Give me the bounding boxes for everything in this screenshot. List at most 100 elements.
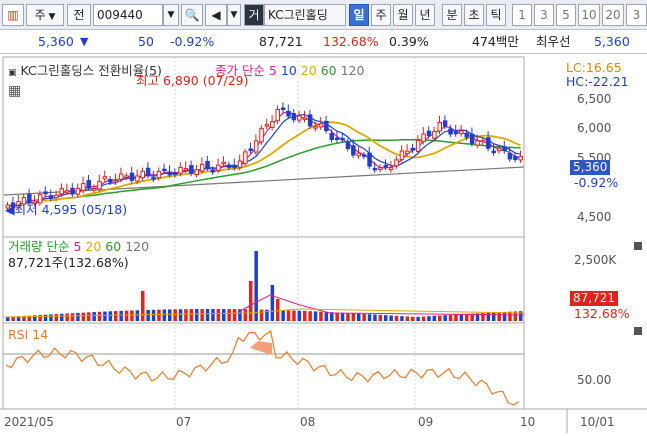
period-week-button[interactable]: 주 <box>371 4 391 26</box>
collapse-icon[interactable]: ▣ <box>8 68 17 78</box>
x-tick: 2021/05 <box>4 415 54 429</box>
best-bid-value: 5,360 <box>594 34 630 49</box>
candle <box>75 187 81 195</box>
volume-legend-label: 거래량 단순 <box>8 239 70 254</box>
candle <box>518 155 523 161</box>
candle <box>437 122 442 132</box>
candle <box>113 179 118 183</box>
candle <box>167 171 172 176</box>
period-minute-button[interactable]: 분 <box>442 4 462 26</box>
code-dropdown-button[interactable]: ▼ <box>163 4 179 26</box>
minute-20-button[interactable]: 20 <box>602 4 624 26</box>
candle <box>172 172 178 176</box>
lc-label: LC:16.65 <box>566 60 622 75</box>
volume-bar <box>270 285 275 321</box>
candle <box>270 121 275 128</box>
turnover-pct: 0.39% <box>389 34 429 49</box>
candle <box>64 190 70 193</box>
period-month-button[interactable]: 월 <box>393 4 413 26</box>
candle <box>513 155 518 160</box>
minute-1-button[interactable]: 1 <box>512 4 532 26</box>
x-axis-date: 10/01 <box>580 415 615 429</box>
volume-bar <box>184 309 188 321</box>
candle <box>253 140 259 153</box>
y-tick: 6,500 <box>577 92 612 106</box>
prefix-select[interactable]: 전 <box>67 4 91 26</box>
candle <box>378 167 383 170</box>
type-select[interactable]: 주 ▼ <box>26 4 64 26</box>
candle <box>313 126 318 129</box>
sound-icon[interactable]: ◀ <box>205 4 227 26</box>
chart-area[interactable]: ▣ KC그린홀딩스 전환비율(5) 종가 단순 5 10 20 60 120 ▦… <box>0 55 647 433</box>
volume-bar <box>238 309 242 321</box>
candle <box>210 169 216 173</box>
volume-bar <box>119 310 123 321</box>
search-button[interactable]: 🔍 <box>181 4 203 26</box>
rsi-close-icon[interactable] <box>634 327 642 335</box>
last-price-pct: -0.92% <box>574 175 619 190</box>
y-tick: 4,500 <box>577 210 612 224</box>
volume-bar <box>308 311 312 321</box>
minute-10-button[interactable]: 10 <box>578 4 600 26</box>
volume-bar <box>465 313 469 321</box>
volume-bar <box>108 311 113 321</box>
rsi-y-tick: 50.00 <box>577 373 612 387</box>
candle <box>388 167 394 171</box>
minute-5-button[interactable]: 5 <box>556 4 576 26</box>
chart-type-icon[interactable]: ▥ <box>2 4 24 26</box>
candle <box>70 187 75 195</box>
sound-dropdown-button[interactable]: ▼ <box>227 4 241 26</box>
period-second-button[interactable]: 초 <box>464 4 484 26</box>
candle <box>275 108 280 122</box>
volume-bar <box>49 314 53 321</box>
candle <box>189 165 194 174</box>
candle <box>194 169 199 175</box>
candle <box>432 131 437 139</box>
volume-value: 87,721 <box>259 34 303 49</box>
period-day-button[interactable]: 일 <box>349 4 369 26</box>
candle <box>345 141 351 150</box>
candle <box>205 160 210 169</box>
candle <box>410 147 415 151</box>
candle <box>27 194 32 203</box>
vol-ma5-legend: 5 <box>73 239 82 254</box>
down-arrow-icon: ▼ <box>80 35 89 48</box>
candle <box>383 164 388 168</box>
candle <box>43 191 48 195</box>
volume-close-icon[interactable] <box>634 242 642 250</box>
candle <box>464 132 469 138</box>
ma60-legend: 60 <box>320 63 337 78</box>
volume-bar <box>173 309 177 321</box>
candle <box>237 160 243 168</box>
candle <box>102 176 108 180</box>
volume-legend: 거래량 단순 5 20 60 120 <box>8 239 149 254</box>
minute-30-button[interactable]: 3 <box>626 4 647 26</box>
volume-bar <box>81 312 86 321</box>
period-year-button[interactable]: 년 <box>415 4 435 26</box>
last-price-tag: 5,360 <box>570 160 611 175</box>
volume-bar <box>346 313 350 321</box>
candle <box>178 166 183 174</box>
candle <box>291 113 297 121</box>
candle <box>324 120 329 132</box>
stock-code-input[interactable]: 009440 <box>93 4 163 26</box>
toolbar: ▥ 주 ▼ 전 009440 ▼ 🔍 ◀ ▼ 거 KC그린홀딩 일 주 월 년 … <box>0 0 647 30</box>
price-change-pct: -0.92% <box>170 34 215 49</box>
minute-3-button[interactable]: 3 <box>534 4 554 26</box>
x-tick: 10 <box>520 415 536 429</box>
volume-bar <box>189 309 194 321</box>
candle <box>91 188 97 191</box>
quote-bar: 5,360 ▼ 50 -0.92% 87,721 132.68% 0.39% 4… <box>0 30 647 54</box>
volume-bar <box>135 310 140 321</box>
name-button[interactable]: 거 <box>244 4 264 26</box>
candle <box>507 153 513 160</box>
volume-bar <box>211 309 215 321</box>
grid-icon[interactable]: ▦ <box>8 84 21 99</box>
period-tick-button[interactable]: 틱 <box>486 4 506 26</box>
candle <box>124 175 129 178</box>
candle <box>459 130 464 135</box>
rsi-legend: RSI 14 <box>8 327 49 342</box>
volume-bar <box>367 314 372 321</box>
ma120-legend: 120 <box>340 63 365 78</box>
volume-bar <box>357 313 361 321</box>
